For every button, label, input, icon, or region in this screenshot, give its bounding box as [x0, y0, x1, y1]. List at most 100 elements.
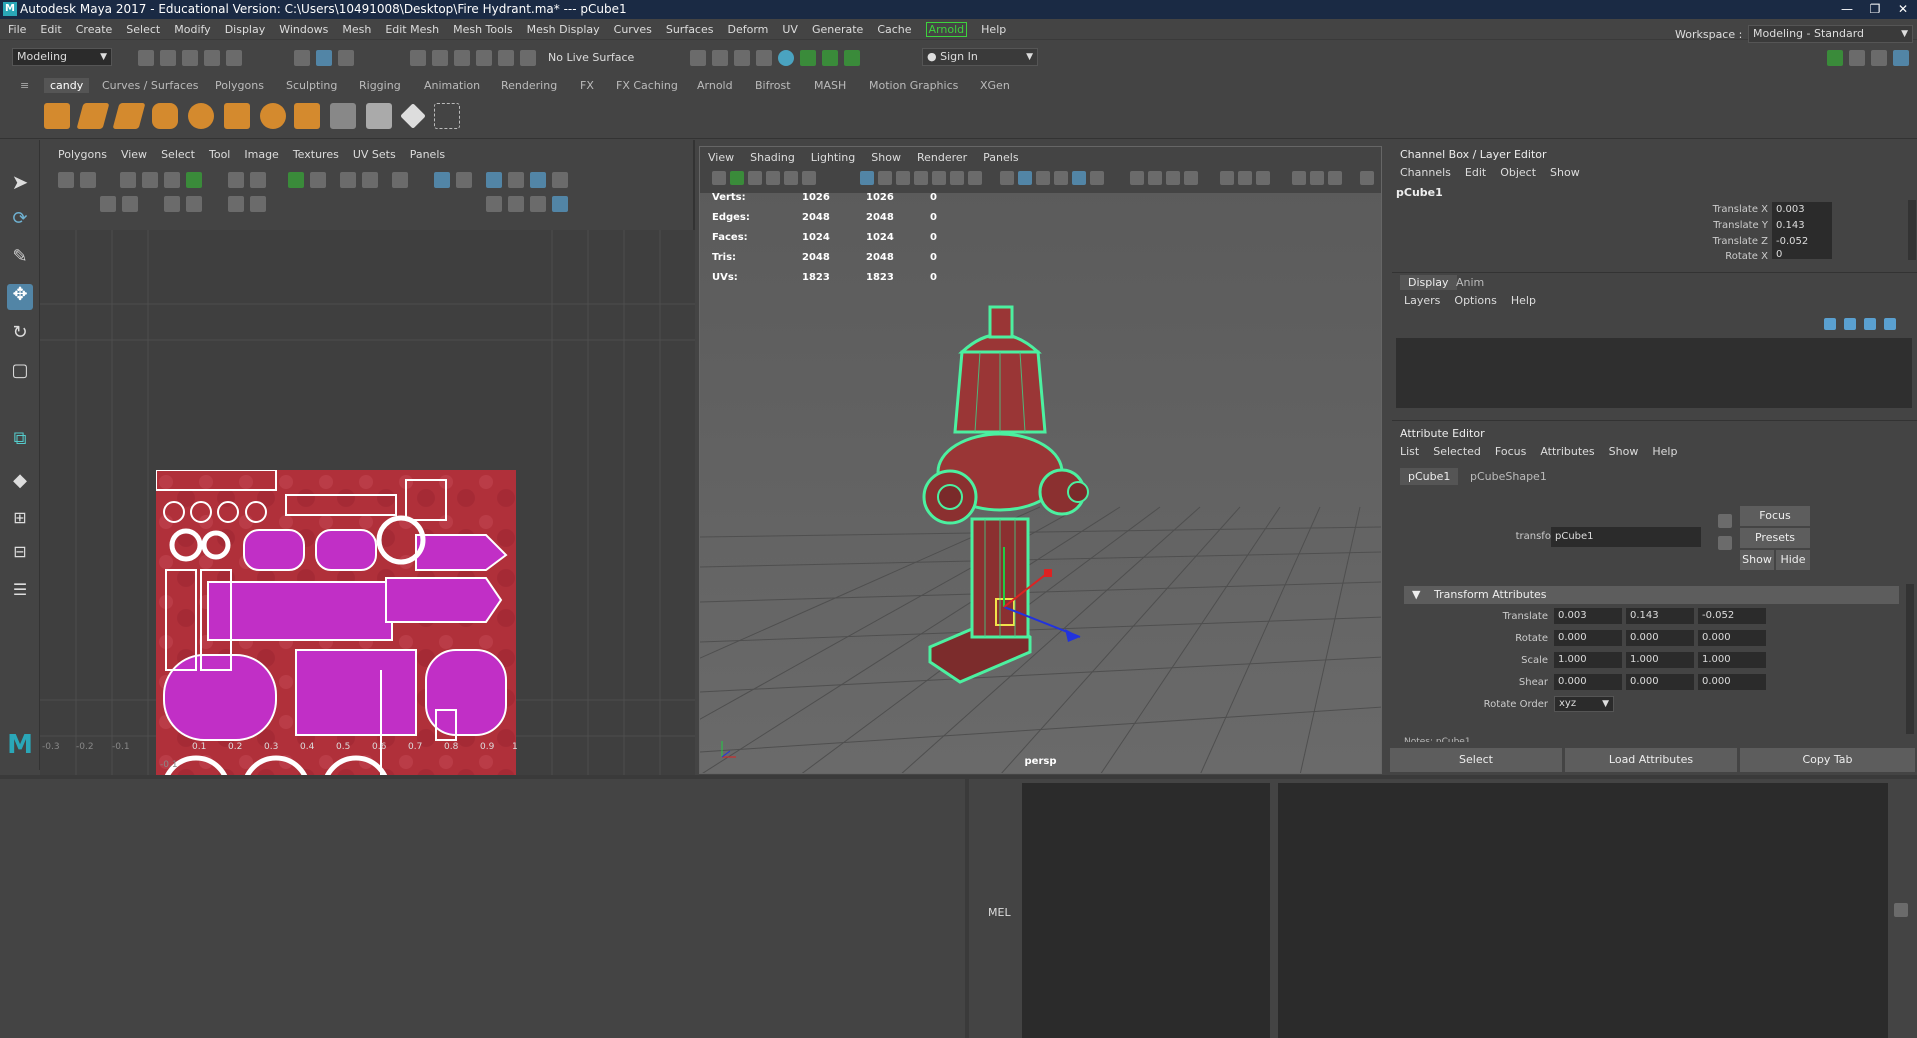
menu-select[interactable]: Select: [126, 23, 160, 36]
snap-grid-icon[interactable]: [410, 50, 426, 66]
uv-toolbar-icon[interactable]: [362, 172, 378, 188]
two-view-icon[interactable]: ⊟: [7, 542, 33, 568]
menu-generate[interactable]: Generate: [812, 23, 863, 36]
uv-menu-polygons[interactable]: Polygons: [58, 148, 107, 161]
close-button[interactable]: ✕: [1889, 0, 1917, 19]
translate-z-field[interactable]: -0.052: [1698, 608, 1766, 624]
scale-x-field[interactable]: 1.000: [1554, 652, 1622, 668]
extrude-icon[interactable]: [294, 103, 320, 129]
modeling-toolkit-icon[interactable]: [800, 50, 816, 66]
rotate-order-dropdown[interactable]: xyz ▼: [1554, 696, 1614, 712]
save-scene-icon[interactable]: [182, 50, 198, 66]
go-to-output-icon[interactable]: [1718, 536, 1732, 550]
single-perspective-icon[interactable]: ◆: [7, 470, 33, 496]
menu-cache[interactable]: Cache: [877, 23, 911, 36]
show-modeling-toolkit-icon[interactable]: [1827, 50, 1843, 66]
rotate-z-field[interactable]: 0.000: [1698, 630, 1766, 646]
menu-edit-mesh[interactable]: Edit Mesh: [385, 23, 439, 36]
shelf-tab-bifrost[interactable]: Bifrost: [755, 79, 791, 92]
render-settings-icon[interactable]: [690, 50, 706, 66]
paint-select-tool-icon[interactable]: ✎: [7, 246, 33, 272]
uv-toolbar-icon[interactable]: [530, 196, 546, 212]
channel-box-scrollbar[interactable]: [1908, 200, 1916, 260]
uv-toolbar-icon[interactable]: [228, 196, 244, 212]
shear-x-field[interactable]: 0.000: [1554, 674, 1622, 690]
uv-menu-select[interactable]: Select: [161, 148, 195, 161]
menu-display[interactable]: Display: [225, 23, 266, 36]
rotate-x-field[interactable]: 0.000: [1554, 630, 1622, 646]
poly-plane-icon[interactable]: [76, 103, 110, 129]
shelf-tab-mash[interactable]: MASH: [814, 79, 846, 92]
rotate-y-field[interactable]: 0.000: [1626, 630, 1694, 646]
shelf-tab-rendering[interactable]: Rendering: [501, 79, 557, 92]
menu-arnold[interactable]: Arnold: [925, 21, 968, 37]
channel-value-field[interactable]: 0.003: [1772, 202, 1832, 218]
workspace-dropdown[interactable]: Modeling - Standard ▼: [1748, 25, 1913, 43]
uv-toolbar-icon[interactable]: [456, 172, 472, 188]
cb-menu-channels[interactable]: Channels: [1400, 166, 1451, 179]
snap-view-plane-icon[interactable]: [476, 50, 492, 66]
scale-y-field[interactable]: 1.000: [1626, 652, 1694, 668]
ae-select-button[interactable]: Select: [1390, 748, 1562, 772]
redo-icon[interactable]: [226, 50, 242, 66]
poly-gear-icon[interactable]: [260, 103, 286, 129]
menu-edit[interactable]: Edit: [40, 23, 61, 36]
channel-label[interactable]: Translate X: [1658, 204, 1768, 215]
uv-menu-textures[interactable]: Textures: [293, 148, 339, 161]
perspective-viewport[interactable]: View Shading Lighting Show Renderer Pane…: [699, 146, 1382, 774]
render-view-icon[interactable]: [756, 50, 772, 66]
copy-tab-button[interactable]: Copy Tab: [1740, 748, 1915, 772]
channel-box-object-name[interactable]: pCube1: [1396, 186, 1443, 199]
hypershade-icon[interactable]: [778, 50, 794, 66]
move-layer-down-icon[interactable]: [1844, 318, 1856, 330]
layer-menu-help[interactable]: Help: [1511, 294, 1536, 307]
show-tool-settings-icon[interactable]: [1871, 50, 1887, 66]
uv-toolbar-icon[interactable]: [508, 196, 524, 212]
menu-create[interactable]: Create: [76, 23, 113, 36]
snap-live-icon[interactable]: [498, 50, 514, 66]
command-language-label[interactable]: MEL: [988, 906, 1011, 919]
select-component-icon[interactable]: [338, 50, 354, 66]
layer-menu-options[interactable]: Options: [1454, 294, 1496, 307]
shelf-tab-sculpting[interactable]: Sculpting: [286, 79, 337, 92]
multi-cut-icon[interactable]: [224, 103, 250, 129]
select-tool-icon[interactable]: ➤: [7, 170, 33, 196]
new-empty-layer-icon[interactable]: [1864, 318, 1876, 330]
poly-sphere-icon[interactable]: [188, 103, 214, 129]
uv-toolbar-icon[interactable]: [288, 172, 304, 188]
ae-menu-focus[interactable]: Focus: [1495, 445, 1526, 458]
ae-menu-attributes[interactable]: Attributes: [1540, 445, 1594, 458]
menu-mesh[interactable]: Mesh: [342, 23, 371, 36]
ae-menu-list[interactable]: List: [1400, 445, 1419, 458]
new-layer-selected-icon[interactable]: [1884, 318, 1896, 330]
uv-toolbar-icon[interactable]: [250, 172, 266, 188]
uv-toolbar-icon[interactable]: [340, 172, 356, 188]
uv-toolbar-icon[interactable]: [122, 196, 138, 212]
shelf-tab-rigging[interactable]: Rigging: [359, 79, 401, 92]
channel-value-field[interactable]: -0.052: [1772, 234, 1832, 250]
four-view-icon[interactable]: ⊞: [7, 508, 33, 534]
snap-curve-icon[interactable]: [432, 50, 448, 66]
poly-cylinder-icon[interactable]: [152, 103, 178, 129]
channel-label[interactable]: Translate Z: [1658, 236, 1768, 247]
render-frame-icon[interactable]: [712, 50, 728, 66]
ae-menu-help[interactable]: Help: [1652, 445, 1677, 458]
uv-editor-icon[interactable]: [822, 50, 838, 66]
select-object-icon[interactable]: [316, 50, 332, 66]
shelf-tab-fx-caching[interactable]: FX Caching: [616, 79, 678, 92]
undo-icon[interactable]: [204, 50, 220, 66]
uv-toolbar-icon[interactable]: [228, 172, 244, 188]
uv-toolbar-icon[interactable]: [186, 196, 202, 212]
poly-cube-icon[interactable]: [44, 103, 70, 129]
hide-button[interactable]: Hide: [1776, 550, 1810, 570]
snap-point-icon[interactable]: [454, 50, 470, 66]
rotate-tool-icon[interactable]: ↻: [7, 322, 33, 348]
panel-divider[interactable]: [965, 779, 969, 1038]
uv-menu-view[interactable]: View: [121, 148, 147, 161]
layout-uv-icon[interactable]: [366, 103, 392, 129]
translate-x-field[interactable]: 0.003: [1554, 608, 1622, 624]
scale-tool-icon[interactable]: ▢: [7, 360, 33, 386]
scale-z-field[interactable]: 1.000: [1698, 652, 1766, 668]
menu-modify[interactable]: Modify: [174, 23, 210, 36]
ae-tab-pcube1[interactable]: pCube1: [1400, 468, 1459, 485]
